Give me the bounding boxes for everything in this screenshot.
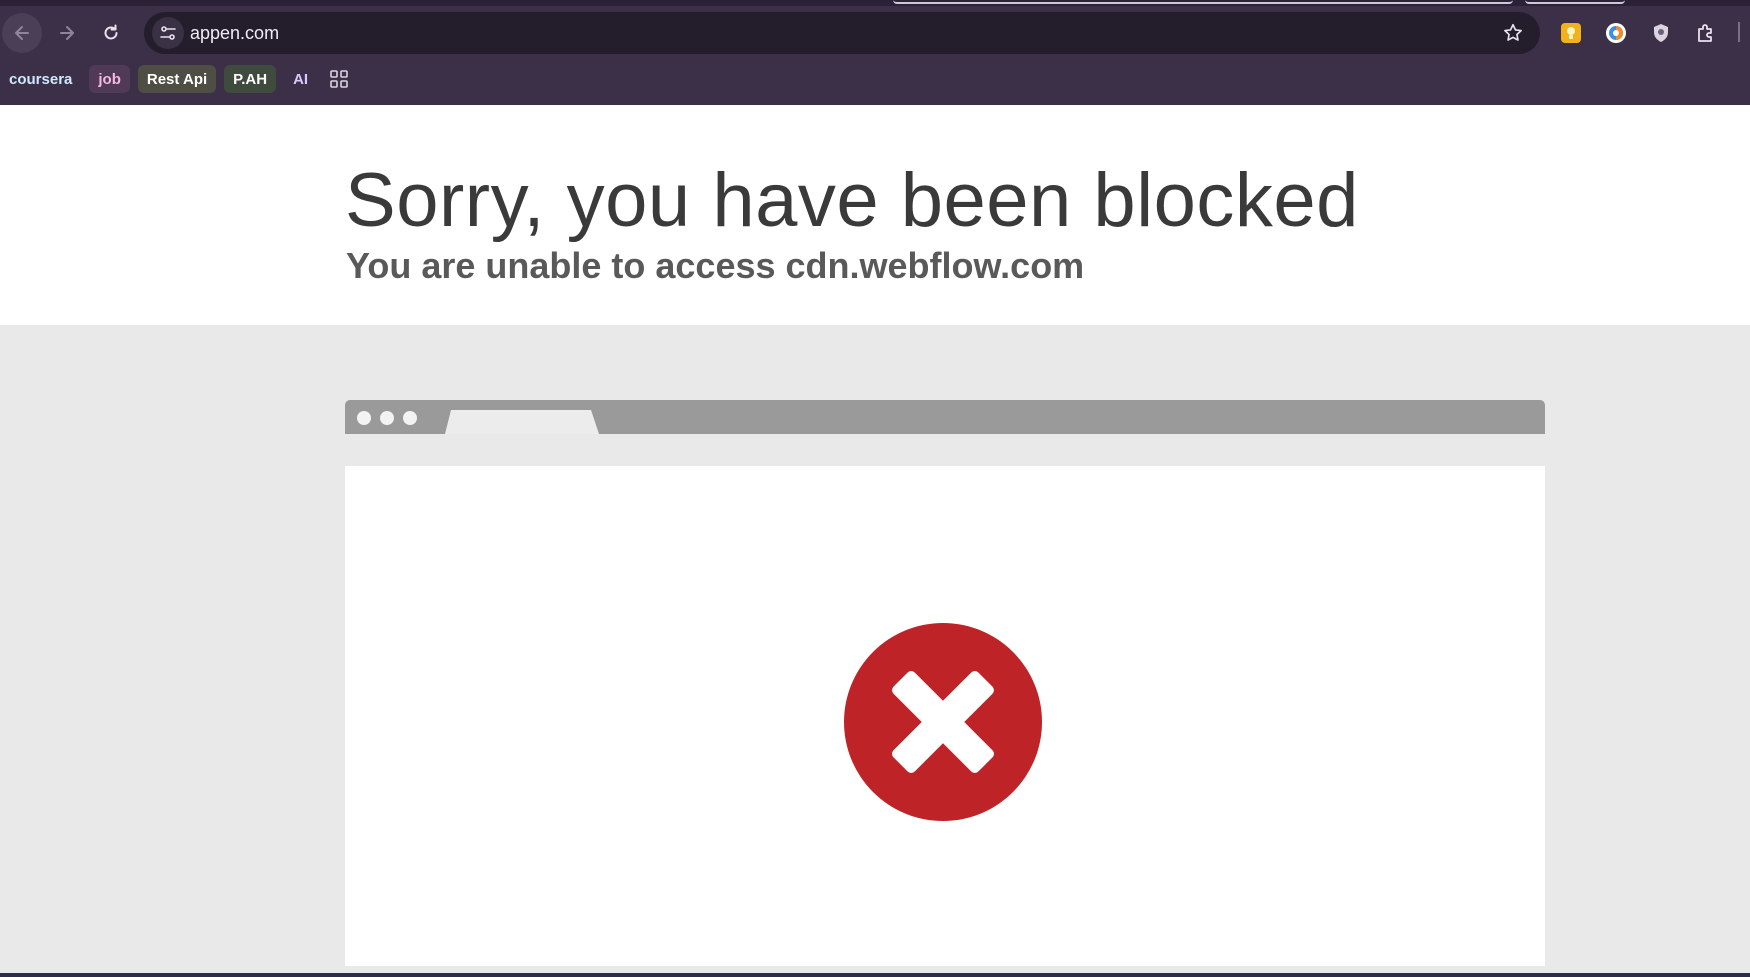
back-button[interactable] [2, 13, 42, 53]
blue-extension-button[interactable] [1602, 19, 1630, 47]
forward-button[interactable] [47, 13, 87, 53]
grid-icon [330, 70, 348, 88]
puzzle-icon [1698, 24, 1712, 42]
browser-chrome: appen.com coursera job Rest Api P.AH AI [0, 0, 1750, 105]
address-bar[interactable]: appen.com [144, 12, 1540, 54]
browser-illustration [345, 400, 1545, 966]
bookmark-star-button[interactable] [1502, 22, 1524, 49]
bookmarks-bar: coursera job Rest Api P.AH AI [0, 64, 353, 94]
illustration-tab [445, 410, 599, 434]
apps-button[interactable] [325, 65, 353, 93]
error-x-icon [844, 623, 1042, 821]
reload-icon [104, 24, 118, 40]
page-title: Sorry, you have been blocked [345, 158, 1359, 243]
page-subtitle: You are unable to access cdn.webflow.com [346, 245, 1085, 286]
error-header: Sorry, you have been blocked You are una… [0, 105, 1750, 325]
tab-outline-secondary[interactable] [1525, 0, 1625, 4]
site-info-button[interactable] [152, 17, 184, 49]
illustration-dot [357, 411, 371, 425]
tune-icon [160, 26, 176, 40]
extensions-button[interactable] [1692, 19, 1720, 47]
bookmark-pah[interactable]: P.AH [224, 65, 277, 93]
illustration-window [345, 466, 1545, 966]
yellow-extension-icon [1561, 23, 1581, 43]
bookmark-coursera[interactable]: coursera [0, 65, 82, 93]
illustration-dot [403, 411, 417, 425]
taskbar-edge [0, 973, 1750, 977]
tab-outline[interactable] [893, 0, 1513, 4]
bookmark-rest-api[interactable]: Rest Api [137, 65, 217, 93]
shield-extension-icon [1654, 24, 1668, 42]
blue-circle-extension-icon [1606, 23, 1626, 43]
illustration-dot [380, 411, 394, 425]
star-icon [1504, 23, 1522, 41]
bookmark-job[interactable]: job [89, 65, 130, 93]
toolbar-divider [1738, 22, 1740, 42]
reload-button[interactable] [91, 13, 131, 53]
illustration-title-bar [345, 400, 1545, 434]
arrow-right-icon [60, 26, 74, 40]
shield-extension-button[interactable] [1647, 19, 1675, 47]
arrow-left-icon [15, 26, 29, 40]
bookmark-ai[interactable]: AI [284, 65, 318, 93]
yellow-extension-button[interactable] [1557, 19, 1585, 47]
url-text[interactable]: appen.com [190, 23, 279, 44]
